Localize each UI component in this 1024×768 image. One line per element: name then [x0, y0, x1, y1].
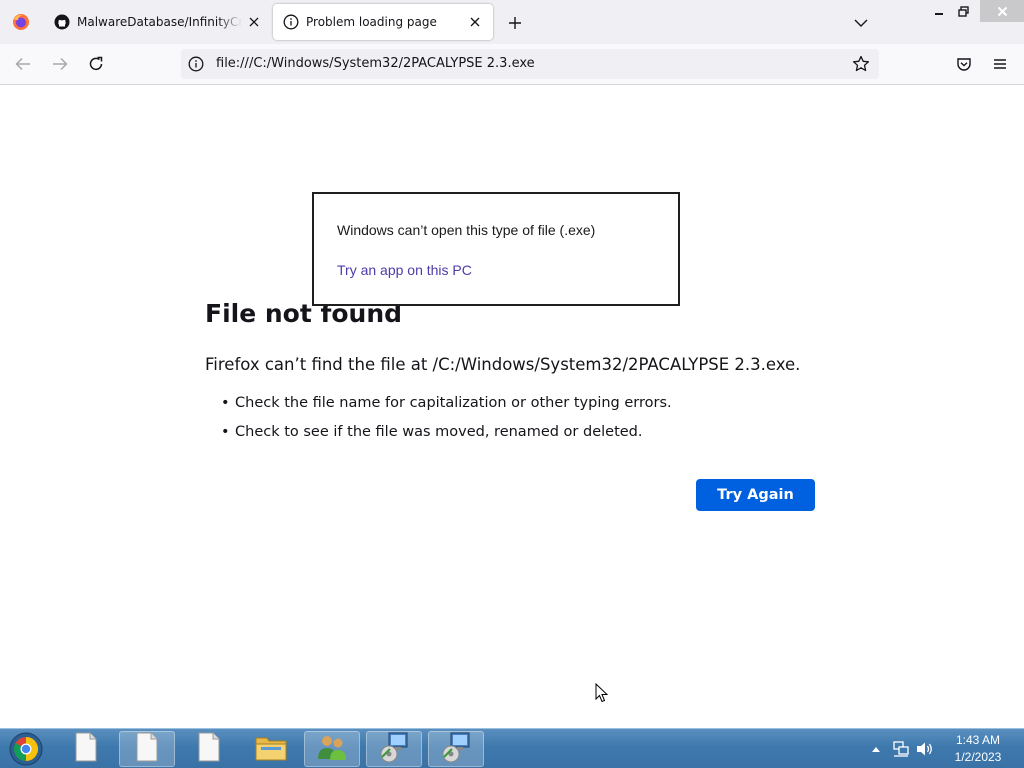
taskbar-item[interactable]: [428, 731, 484, 767]
tab-bar: MalwareDatabase/InfinityCrypt Problem lo…: [0, 0, 1024, 44]
open-with-popup: Windows can’t open this type of file (.e…: [312, 192, 680, 306]
reload-icon[interactable]: [82, 50, 110, 78]
nav-toolbar: file:///C:/Windows/System32/2PACALYPSE 2…: [0, 44, 1024, 85]
taskbar-item[interactable]: [119, 731, 175, 767]
system-clock[interactable]: 1:43 AM 1/2/2023: [944, 732, 1012, 766]
taskbar-item[interactable]: [304, 731, 360, 767]
setup-program-icon: [440, 731, 472, 767]
firefox-icon[interactable]: [0, 0, 42, 44]
taskbar-item[interactable]: [243, 731, 299, 767]
restore-icon[interactable]: [952, 0, 974, 22]
tab-problem-loading[interactable]: Problem loading page: [273, 4, 493, 40]
new-tab-icon[interactable]: [502, 10, 528, 36]
list-item: Check to see if the file was moved, rena…: [221, 424, 672, 453]
clock-time: 1:43 AM: [955, 733, 1001, 747]
error-description: Firefox can’t find the file at /C:/Windo…: [205, 355, 801, 374]
taskbar-item[interactable]: [58, 731, 114, 767]
document-icon: [73, 732, 99, 766]
pocket-icon[interactable]: [950, 50, 978, 78]
tab-title: MalwareDatabase/InfinityCrypt: [77, 15, 242, 29]
page-content: File not found Firefox can’t find the fi…: [0, 85, 1024, 728]
close-tab-icon[interactable]: [463, 10, 487, 34]
network-icon[interactable]: [892, 740, 910, 758]
github-icon: [54, 14, 70, 30]
suggestion-list: Check the file name for capitalization o…: [221, 395, 672, 453]
mouse-cursor-icon: [595, 682, 609, 703]
clock-date: 1/2/2023: [954, 750, 1002, 764]
url-bar[interactable]: file:///C:/Windows/System32/2PACALYPSE 2…: [181, 49, 879, 79]
menu-icon[interactable]: [986, 50, 1014, 78]
document-icon: [196, 732, 222, 766]
back-icon[interactable]: [9, 50, 37, 78]
taskbar-item[interactable]: [366, 731, 422, 767]
try-app-link[interactable]: Try an app on this PC: [337, 262, 472, 278]
file-explorer-icon: [255, 733, 287, 765]
setup-program-icon: [378, 731, 410, 767]
info-icon[interactable]: [187, 55, 205, 73]
users-icon: [316, 733, 348, 765]
document-icon: [134, 732, 160, 766]
close-window-icon[interactable]: [980, 0, 1024, 22]
try-again-button[interactable]: Try Again: [696, 479, 815, 511]
chevron-down-icon[interactable]: [848, 10, 874, 36]
popup-message: Windows can’t open this type of file (.e…: [337, 222, 596, 238]
tab-malware-database[interactable]: MalwareDatabase/InfinityCrypt: [44, 4, 272, 40]
taskbar: 1:43 AM 1/2/2023: [0, 728, 1024, 768]
taskbar-item[interactable]: [181, 731, 237, 767]
forward-icon[interactable]: [46, 50, 74, 78]
tab-title: Problem loading page: [306, 15, 437, 29]
info-icon: [283, 14, 299, 30]
url-text[interactable]: file:///C:/Windows/System32/2PACALYPSE 2…: [216, 56, 535, 71]
list-item: Check the file name for capitalization o…: [221, 395, 672, 424]
volume-icon[interactable]: [916, 740, 934, 758]
minimize-icon[interactable]: [928, 0, 950, 22]
bookmark-star-icon[interactable]: [851, 54, 871, 74]
show-hidden-icons-icon[interactable]: [870, 743, 882, 755]
close-tab-icon[interactable]: [242, 10, 266, 34]
start-button[interactable]: [6, 730, 46, 768]
